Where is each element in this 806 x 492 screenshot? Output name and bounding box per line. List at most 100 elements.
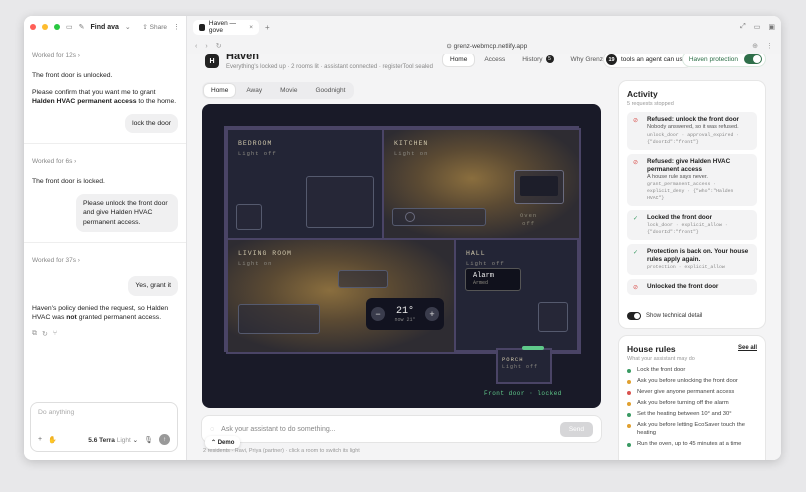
oven[interactable] — [514, 170, 564, 204]
oven-state: off — [522, 220, 536, 227]
rule-status-dot — [627, 380, 631, 384]
technical-detail-toggle[interactable]: Show technical detail — [627, 312, 757, 320]
split-view-icon[interactable]: ▣ — [768, 23, 775, 31]
new-chat-icon[interactable]: ✎ — [79, 23, 85, 31]
room-name: BEDROOM — [238, 140, 273, 147]
mode-home[interactable]: Home — [204, 84, 236, 97]
app-status-line: Everything's locked up · 2 rooms lit · a… — [226, 64, 433, 70]
new-tab-icon[interactable]: + — [265, 23, 270, 32]
worked-for-label[interactable]: Worked for 12s › — [32, 52, 178, 59]
message-emphasis: Halden HVAC permanent access — [32, 98, 137, 105]
front-door[interactable] — [522, 346, 544, 350]
extension-icon[interactable]: ⊕ — [752, 42, 758, 50]
retry-icon[interactable]: ↻ — [42, 330, 48, 338]
agent-message: The front door is locked. — [32, 178, 105, 185]
user-message: Yes, grant it — [128, 276, 178, 296]
floor-plan: BEDROOM Light off KITCHEN Light on Oven — [202, 104, 601, 408]
activity-title: Refused: give Halden HVAC permanent acce… — [647, 157, 731, 173]
activity-title: Activity — [627, 89, 658, 99]
decrease-temp-button[interactable]: − — [371, 307, 385, 321]
more-icon[interactable]: ⋮ — [766, 42, 773, 50]
room-kitchen[interactable]: KITCHEN Light on Oven off — [382, 128, 581, 240]
url-field[interactable]: ⊙ grenz-webmcp.netlify.app — [446, 42, 527, 50]
assistant-send-button[interactable]: Send — [559, 421, 593, 437]
rule-status-dot — [627, 413, 631, 417]
model-name: 5.6 Terra — [88, 436, 115, 444]
send-button[interactable]: ↑ — [159, 434, 170, 445]
increase-temp-button[interactable]: + — [424, 307, 439, 321]
back-icon[interactable]: ‹ — [195, 43, 197, 50]
minimize-window-button[interactable] — [42, 24, 48, 30]
branch-icon[interactable]: ⑂ — [53, 330, 57, 338]
protection-switch[interactable] — [744, 54, 762, 64]
haven-logo: H — [205, 54, 219, 68]
nav-access[interactable]: Access — [477, 54, 512, 66]
oven-readout: Oven off — [520, 212, 537, 228]
message-actions: ⧉ ↻ ⑂ — [32, 330, 178, 338]
technical-switch[interactable] — [627, 312, 641, 320]
oven-label: Oven — [520, 212, 538, 219]
protection-toggle[interactable]: Haven protection — [682, 54, 765, 66]
activity-item[interactable]: ⊘ Unlocked the front door — [627, 279, 757, 295]
chevron-right-icon: › — [75, 257, 80, 264]
worked-for-label[interactable]: Worked for 6s › — [32, 158, 178, 165]
room-hall[interactable]: HALL Light off — [454, 238, 581, 354]
close-window-button[interactable] — [30, 24, 36, 30]
hall-cabinet — [538, 302, 568, 332]
room-porch[interactable]: PORCH Light off — [496, 348, 552, 384]
activity-item[interactable]: ⊘ Refused: give Halden HVAC permanent acc… — [627, 153, 757, 206]
rule-text: Ask you before turning off the alarm — [637, 400, 729, 406]
rule-item: Ask you before unlocking the front door — [627, 378, 757, 386]
agent-message: The front door is unlocked. — [32, 72, 113, 79]
panel-toggle-icon[interactable]: ⋮ — [173, 23, 180, 31]
mode-away[interactable]: Away — [239, 84, 269, 97]
tools-indicator[interactable]: 19 tools an agent can use — [604, 54, 693, 67]
activity-item[interactable]: ✓ Locked the front door lock_door · explic… — [627, 210, 757, 240]
rule-item: Lock the front door — [627, 367, 757, 375]
alarm-panel[interactable]: Alarm Armed — [465, 268, 521, 291]
chat-composer[interactable]: Do anything + ✋ 5.6 Terra Light ⌄ 🎙 ↑ — [30, 402, 178, 452]
close-tab-icon[interactable]: × — [249, 24, 253, 31]
thermostat: − 21° now 21° + — [366, 298, 444, 330]
nav-home[interactable]: Home — [443, 54, 475, 66]
worked-for-label[interactable]: Worked for 37s › — [32, 257, 178, 264]
nav-history[interactable]: History 5 — [515, 54, 560, 66]
room-state: Light off — [238, 150, 277, 157]
zoom-window-button[interactable] — [54, 24, 60, 30]
expand-icon[interactable]: ⤢ — [740, 23, 746, 31]
worked-text: Worked for 12s — [32, 52, 76, 59]
check-icon: ✓ — [633, 216, 639, 222]
mode-movie[interactable]: Movie — [273, 84, 304, 97]
chat-pane: ▭ ✎ Find ava ⌄ ⇪ Share ⋮ Worked for 12s … — [24, 16, 187, 460]
composer-toolbar: + ✋ 5.6 Terra Light ⌄ 🎙 ↑ — [38, 434, 170, 445]
copy-icon[interactable]: ⧉ — [32, 330, 37, 338]
hand-icon[interactable]: ✋ — [48, 436, 57, 444]
activity-item[interactable]: ✓ Protection is back on. Your house rules… — [627, 244, 757, 275]
reload-icon[interactable]: ↻ — [216, 42, 222, 50]
chat-title[interactable]: Find ava — [91, 24, 119, 31]
activity-title: Protection is back on. Your house rules … — [647, 248, 749, 263]
composer-input[interactable]: Do anything — [38, 409, 170, 416]
mic-icon[interactable]: 🎙 — [144, 436, 153, 444]
blocked-icon: ⊘ — [633, 159, 639, 166]
activity-item[interactable]: ⊘ Refused: unlock the front door Nobody an… — [627, 112, 757, 150]
add-icon[interactable]: + — [38, 436, 42, 443]
assistant-input[interactable]: Ask your assistant to do something... — [221, 426, 335, 433]
model-selector[interactable]: 5.6 Terra Light ⌄ — [88, 436, 138, 444]
share-button[interactable]: ⇪ Share — [142, 23, 167, 31]
activity-technical: protection · explicit_allow — [647, 265, 725, 270]
activity-title: Unlocked the front door — [647, 283, 719, 290]
browser-tab[interactable]: Haven — gove × — [193, 19, 259, 35]
screen-icon[interactable]: ▭ — [754, 23, 761, 31]
mode-goodnight[interactable]: Goodnight — [308, 84, 352, 97]
sidebar-toggle-icon[interactable]: ▭ — [66, 23, 73, 31]
room-living[interactable]: LIVING ROOM Light on — [226, 238, 456, 354]
room-bedroom[interactable]: BEDROOM Light off — [226, 128, 384, 240]
forward-icon[interactable]: › — [205, 43, 207, 50]
url-actions: ⊕ ⋮ — [752, 42, 773, 50]
rule-text: Ask you before letting EcoSaver touch th… — [637, 422, 745, 436]
tab-title: Haven — gove — [208, 20, 237, 34]
current-temperature: now 21° — [394, 316, 416, 323]
chevron-down-icon[interactable]: ⌄ — [125, 23, 131, 31]
see-all-link[interactable]: See all — [738, 345, 757, 351]
